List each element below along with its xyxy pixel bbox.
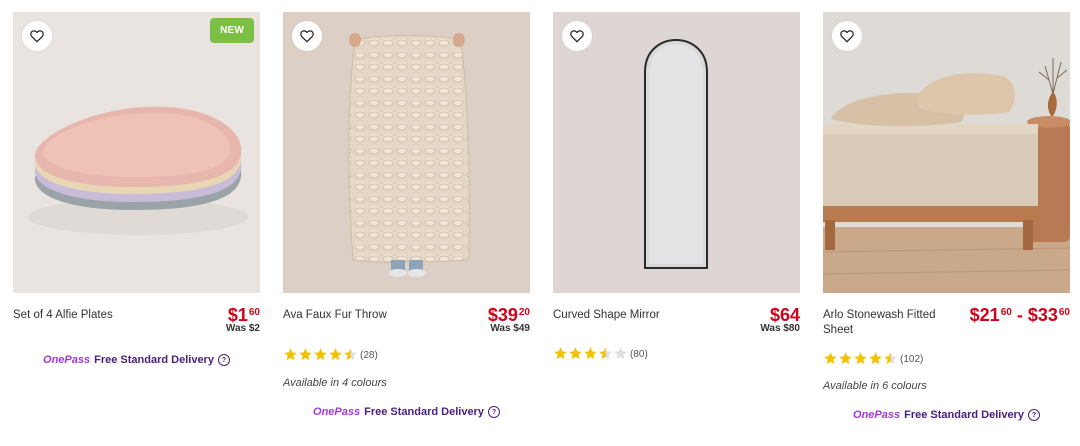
product-card[interactable]: Ava Faux Fur Throw $3920 Was $49 (28) Av… [283, 12, 530, 442]
throw-image [283, 12, 530, 293]
colours-available: Available in 6 colours [823, 380, 927, 392]
sheet-image [823, 12, 1070, 293]
star-rating[interactable]: (80) [553, 345, 648, 363]
product-image[interactable] [553, 12, 800, 293]
info-icon[interactable]: ? [1027, 409, 1040, 421]
product-card[interactable]: Curved Shape Mirror $64 Was $80 (80) [553, 12, 800, 442]
price-from-cents: 60 [1000, 307, 1012, 318]
product-price: $3920 Was $49 [488, 305, 530, 334]
price-separator: - [1011, 305, 1028, 325]
price-cents: 60 [248, 307, 260, 318]
star-icon [329, 348, 342, 361]
wishlist-button[interactable] [22, 21, 52, 51]
onepass-logo: OnePass [313, 406, 361, 418]
product-name[interactable]: Arlo Stonewash Fitted Sheet [823, 308, 953, 338]
star-icon [884, 352, 897, 365]
star-icon [284, 348, 297, 361]
star-icon [314, 348, 327, 361]
heart-icon [30, 30, 44, 43]
new-badge: NEW [210, 18, 254, 43]
onepass-logo: OnePass [43, 354, 91, 366]
star-icon [599, 347, 612, 360]
star-icon [299, 348, 312, 361]
rating-count: (28) [360, 349, 378, 361]
product-card[interactable]: NEW Set of 4 Alfie Plates $160 Was $2 On… [13, 12, 260, 442]
product-image[interactable] [283, 12, 530, 293]
heart-icon [300, 30, 314, 43]
star-icon [824, 352, 837, 365]
price-dollars: $39 [487, 305, 518, 325]
was-price: Was $49 [490, 323, 530, 334]
stars [553, 345, 628, 363]
star-icon [854, 352, 867, 365]
product-image[interactable]: NEW [13, 12, 260, 293]
wishlist-button[interactable] [562, 21, 592, 51]
colours-available: Available in 4 colours [283, 377, 387, 389]
mirror-image [553, 12, 800, 293]
price-cents: 20 [518, 307, 530, 318]
product-name[interactable]: Ava Faux Fur Throw [283, 308, 387, 323]
product-card[interactable]: Arlo Stonewash Fitted Sheet $2160 - $336… [823, 12, 1070, 442]
star-icon [344, 348, 357, 361]
info-icon[interactable]: ? [217, 354, 230, 366]
heart-icon [840, 30, 854, 43]
price-from-dollars: $21 [969, 305, 1000, 325]
price-dollars: $1 [227, 305, 248, 325]
onepass-logo: OnePass [853, 409, 901, 421]
stars [823, 350, 898, 368]
info-icon[interactable]: ? [487, 406, 500, 418]
onepass-delivery[interactable]: OnePass Free Standard Delivery ? [823, 409, 1070, 421]
star-icon [869, 352, 882, 365]
stars [283, 346, 358, 364]
rating-count: (102) [900, 353, 924, 365]
plates-image [13, 12, 260, 293]
product-price: $64 Was $80 [760, 305, 800, 334]
star-rating[interactable]: (28) [283, 346, 378, 364]
wishlist-button[interactable] [292, 21, 322, 51]
delivery-text: Free Standard Delivery [94, 354, 214, 366]
star-rating[interactable]: (102) [823, 350, 923, 368]
star-icon [584, 347, 597, 360]
price-to-cents: 60 [1058, 307, 1070, 318]
delivery-text: Free Standard Delivery [364, 406, 484, 418]
product-price: $160 Was $2 [226, 305, 260, 334]
star-icon [839, 352, 852, 365]
product-name[interactable]: Curved Shape Mirror [553, 308, 660, 323]
rating-count: (80) [630, 348, 648, 360]
product-name[interactable]: Set of 4 Alfie Plates [13, 308, 113, 323]
delivery-text: Free Standard Delivery [904, 409, 1024, 421]
onepass-delivery[interactable]: OnePass Free Standard Delivery ? [283, 406, 530, 418]
star-icon [614, 347, 627, 360]
wishlist-button[interactable] [832, 21, 862, 51]
star-icon [554, 347, 567, 360]
onepass-delivery[interactable]: OnePass Free Standard Delivery ? [13, 354, 260, 366]
was-price: Was $2 [225, 323, 260, 334]
star-icon [569, 347, 582, 360]
product-price: $2160 - $3360 [970, 305, 1070, 326]
was-price: Was $80 [760, 323, 800, 334]
product-image[interactable] [823, 12, 1070, 293]
price-dollars: $64 [769, 305, 800, 325]
price-to-dollars: $33 [1027, 305, 1058, 325]
heart-icon [570, 30, 584, 43]
